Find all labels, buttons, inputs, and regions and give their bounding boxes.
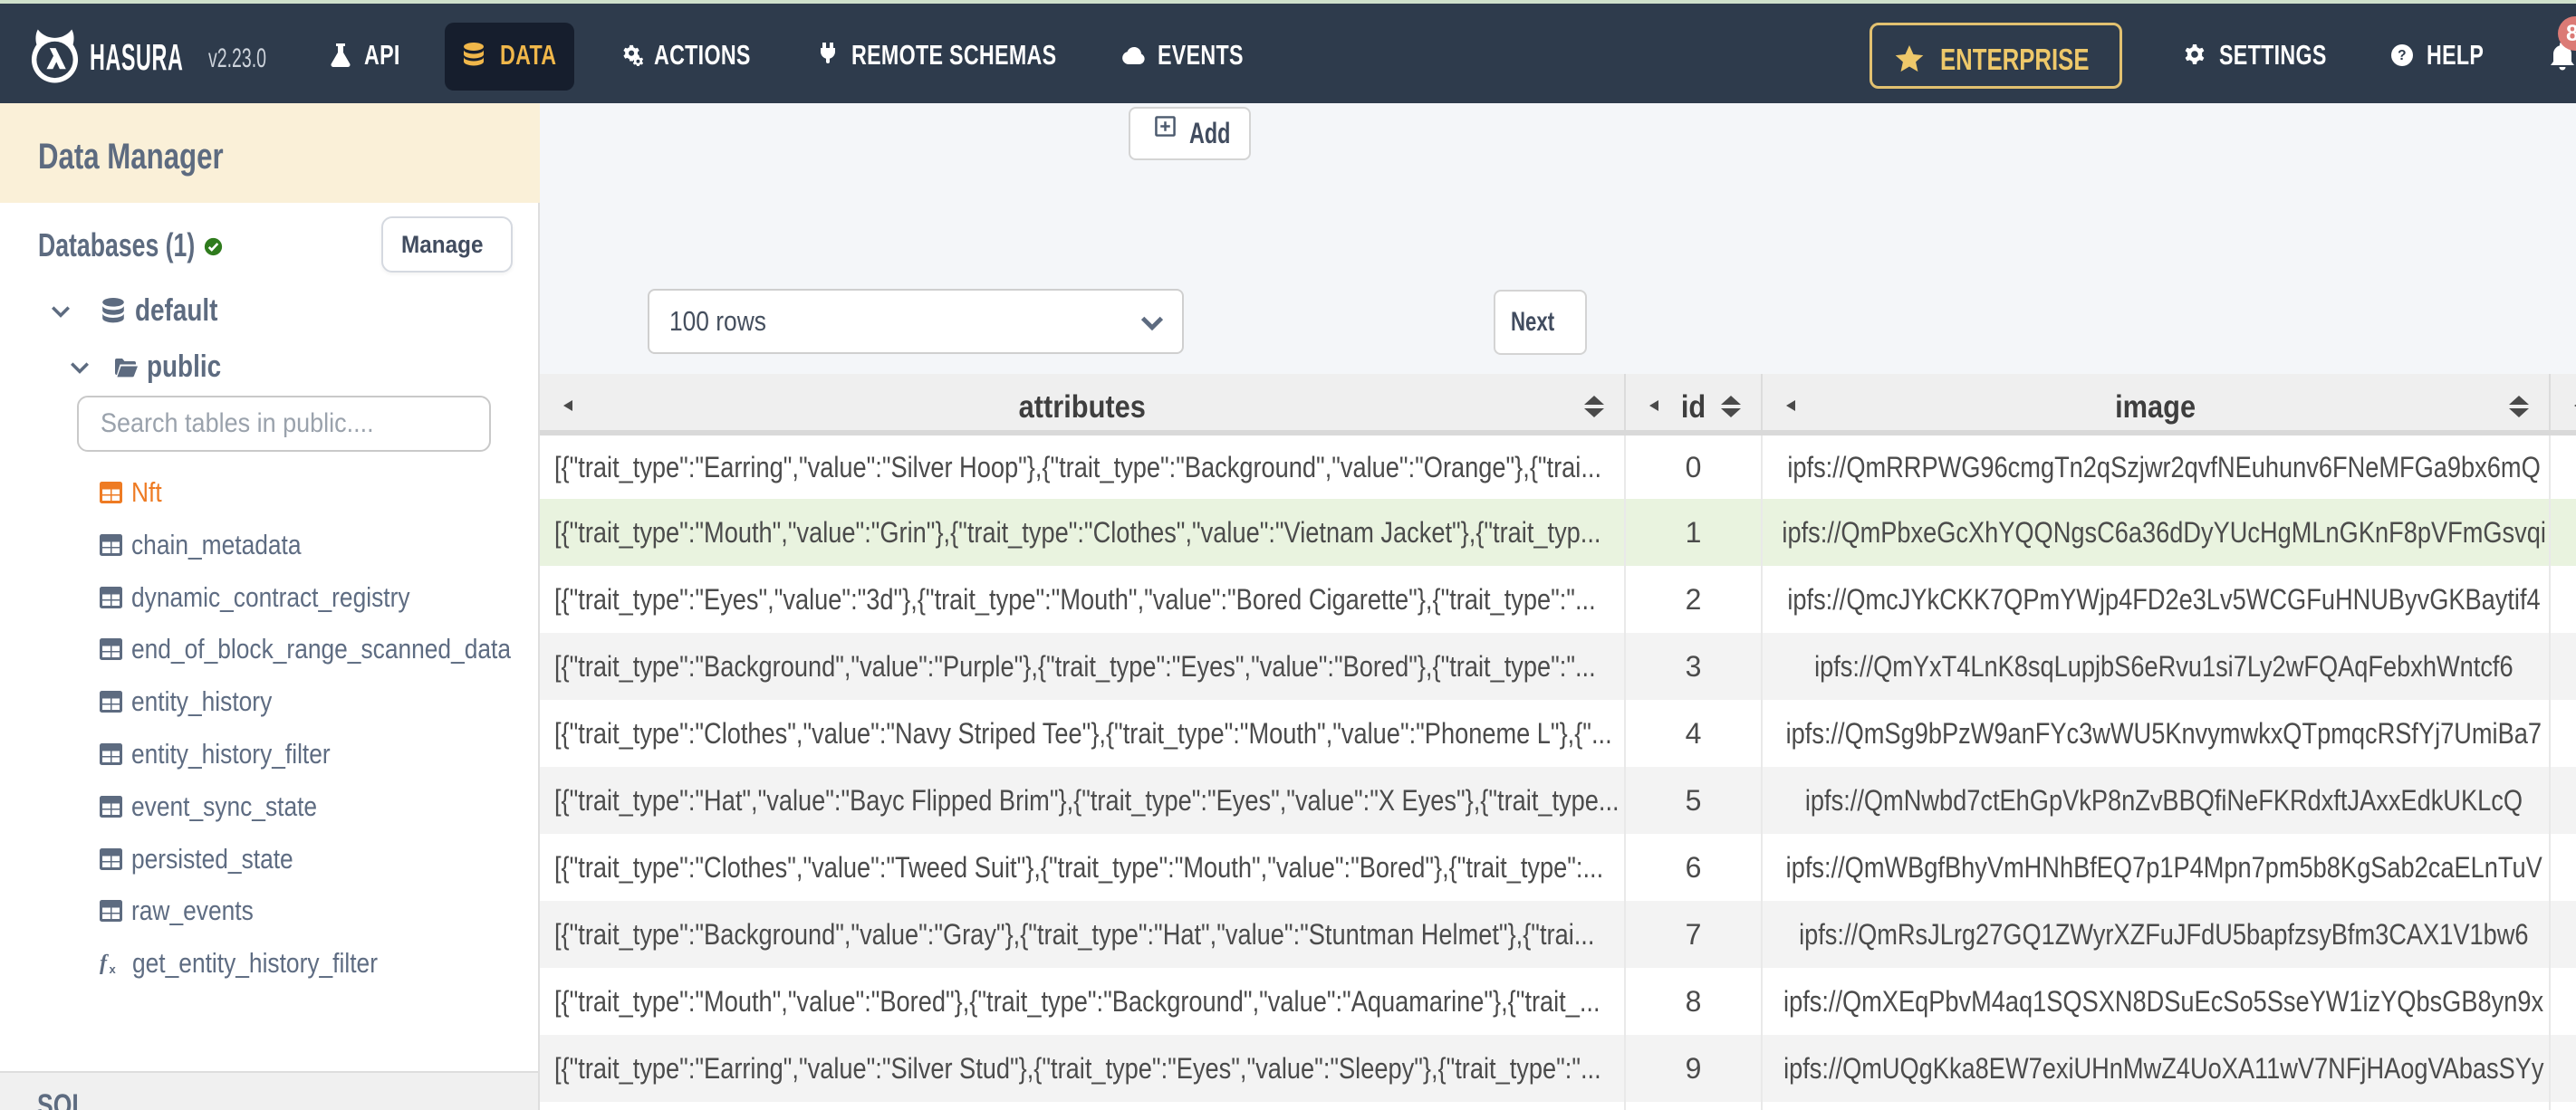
svg-text:x: x bbox=[110, 962, 117, 976]
svg-text:?: ? bbox=[2398, 48, 2407, 63]
svg-text:f: f bbox=[100, 952, 109, 975]
